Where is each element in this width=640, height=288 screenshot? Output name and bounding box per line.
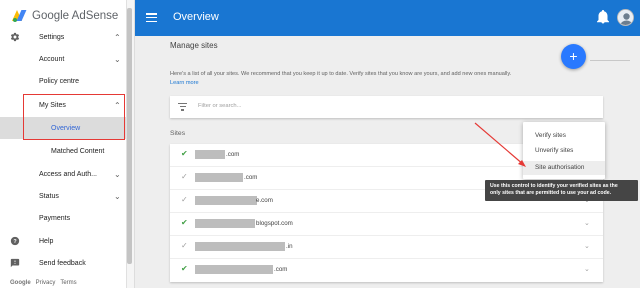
manage-sites-heading: Manage sites [170,41,218,50]
chevron-down-icon: ⌄ [114,54,121,64]
sidebar-item-label: Account [39,55,65,63]
app-name: Google AdSense [32,10,119,22]
redacted-domain [195,242,285,251]
sidebar-item-matched-content[interactable]: Matched Content [0,140,126,162]
site-row[interactable]: ✔ blogspot.com ⌄ [170,213,603,236]
unverified-check-icon: ✓ [181,241,188,250]
footer-privacy-link[interactable]: Privacy [36,280,56,286]
menu-item-verify-sites[interactable]: Verify sites [535,132,566,139]
adsense-logo-icon [12,9,27,23]
site-row[interactable]: ✔ .com ⌄ [170,259,603,282]
redacted-domain [195,196,257,205]
redacted-domain [195,150,225,159]
notifications-bell-icon[interactable] [597,10,609,24]
menu-item-unverify-sites[interactable]: Unverify sites [535,147,573,154]
site-domain-suffix: e.com [256,197,273,204]
expand-row-chevron-icon[interactable]: ⌄ [584,265,590,273]
gear-icon [10,32,20,42]
site-domain-suffix: .com [244,174,258,181]
verified-check-icon: ✔ [181,149,188,158]
verified-check-icon: ✔ [181,264,188,273]
header-divider [590,60,630,61]
learn-more-link[interactable]: Learn more [170,80,199,86]
sidebar-item-payments[interactable]: Payments [0,207,126,229]
annotation-highlight-box [23,94,125,140]
tooltip-line: Use this control to identify your verifi… [490,183,618,189]
search-input[interactable]: Filter or search... [198,103,242,109]
sidebar-footer: Google Privacy Terms [10,280,77,286]
site-domain-suffix: .com [226,151,240,158]
site-row[interactable]: ✓ .in ⌄ [170,236,603,259]
sidebar-item-help[interactable]: ? Help [0,230,126,252]
menu-item-site-authorisation[interactable]: Site authorisation [523,161,605,175]
tooltip-line: only sites that are permitted to use you… [490,190,612,196]
sidebar-item-label: Send feedback [39,259,86,267]
feedback-icon [10,258,20,268]
site-domain-suffix: blogspot.com [256,220,293,227]
page-title: Overview [173,11,219,23]
sidebar-item-label: Payments [39,214,71,222]
filter-search-bar[interactable]: Filter or search... [170,96,603,118]
site-authorisation-tooltip: Use this control to identify your verifi… [485,180,638,201]
chevron-up-icon: ⌃ [114,32,121,42]
sidebar-item-label: Status [39,192,59,200]
sidebar-item-label: Matched Content [51,147,105,155]
avatar[interactable] [617,9,634,26]
expand-row-chevron-icon[interactable]: ⌄ [584,219,590,227]
footer-terms-link[interactable]: Terms [60,280,76,286]
footer-google-logo: Google [10,280,31,286]
help-icon: ? [10,236,20,246]
filter-icon[interactable] [178,103,187,111]
sidebar-scrollbar-thumb[interactable] [127,8,132,264]
redacted-domain [195,219,255,228]
menu-icon[interactable] [146,13,157,23]
sidebar-item-account[interactable]: Account ⌄ [0,48,126,70]
sidebar-item-label: Settings [39,33,65,41]
chevron-down-icon: ⌄ [114,191,121,201]
site-actions-menu: Verify sites Unverify sites Site authori… [523,122,605,179]
adsense-window: Google AdSense Settings ⌃ Account ⌄ Poli… [0,0,640,288]
manage-sites-description: Here's a list of all your sites. We reco… [170,71,512,77]
sidebar-item-label: Help [39,237,54,245]
sidebar-item-label: Policy centre [39,77,80,85]
site-domain-suffix: .com [274,266,288,273]
sidebar-item-policy-centre[interactable]: Policy centre [0,70,126,92]
expand-row-chevron-icon[interactable]: ⌄ [584,242,590,250]
sites-section-label: Sites [170,130,186,137]
redacted-domain [195,173,243,182]
svg-text:?: ? [13,239,16,245]
sidebar-item-label: Access and Auth... [39,170,97,178]
verified-check-icon: ✔ [181,218,188,227]
sidebar-item-settings[interactable]: Settings ⌃ [0,26,126,48]
unverified-check-icon: ✓ [181,195,188,204]
site-domain-suffix: .in [286,243,293,250]
unverified-check-icon: ✓ [181,172,188,181]
annotation-arrow [474,122,526,167]
sidebar-item-status[interactable]: Status ⌄ [0,185,126,207]
sidebar: Google AdSense Settings ⌃ Account ⌄ Poli… [0,0,135,288]
redacted-domain [195,265,273,274]
add-site-button[interactable]: + [561,44,586,69]
sidebar-item-access-and-auth[interactable]: Access and Auth... ⌄ [0,163,126,185]
sidebar-item-send-feedback[interactable]: Send feedback [0,252,126,274]
top-app-bar: Overview [135,0,640,36]
chevron-down-icon: ⌄ [114,169,121,179]
